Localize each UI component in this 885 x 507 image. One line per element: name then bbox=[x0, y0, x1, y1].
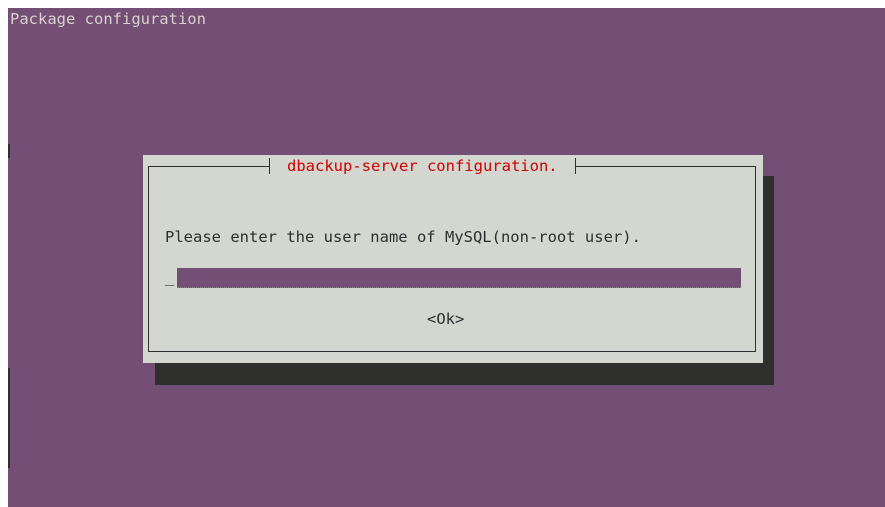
dialog-title: dbackup-server configuration. bbox=[287, 157, 558, 175]
terminal-window: Package configuration dbackup-server con… bbox=[8, 8, 885, 507]
title-right-divider bbox=[574, 158, 576, 174]
left-edge-mark bbox=[8, 368, 10, 468]
screen-title: Package configuration bbox=[10, 10, 206, 28]
configuration-dialog: dbackup-server configuration. Please ent… bbox=[143, 155, 763, 363]
input-cursor: _ bbox=[165, 268, 175, 286]
input-value[interactable] bbox=[177, 268, 741, 288]
ok-button[interactable]: <Ok> bbox=[427, 308, 464, 330]
input-underline bbox=[177, 286, 741, 288]
left-edge-mark bbox=[8, 144, 10, 158]
dialog-title-bar: dbackup-server configuration. bbox=[269, 155, 576, 177]
dialog-prompt: Please enter the user name of MySQL(non-… bbox=[165, 228, 641, 246]
username-input[interactable]: _ bbox=[165, 266, 741, 288]
